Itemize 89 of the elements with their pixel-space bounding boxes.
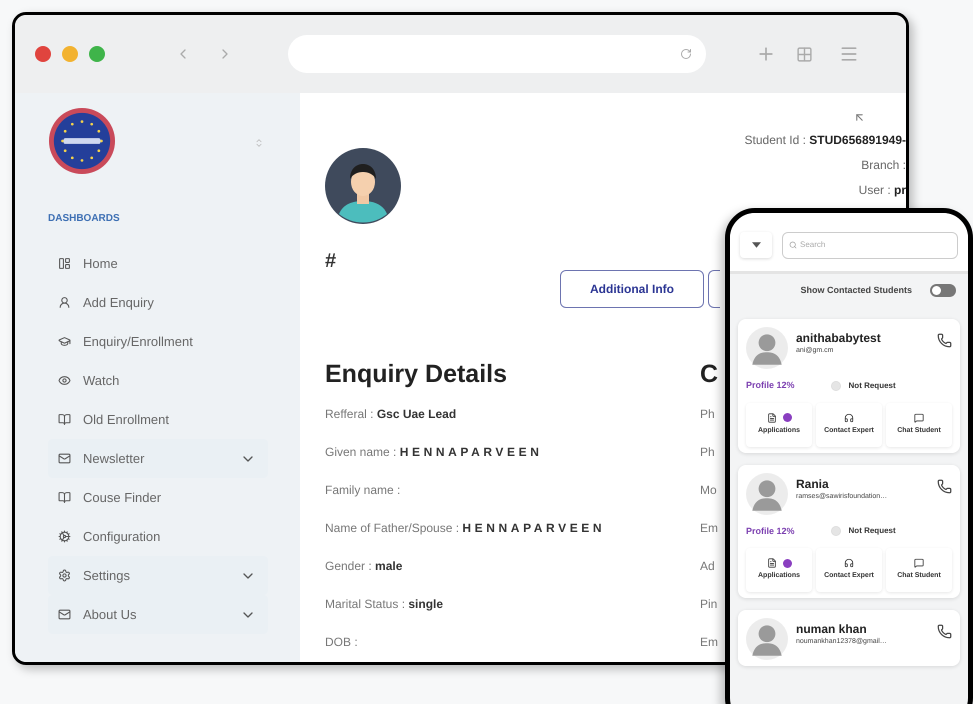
request-status: Not Request: [848, 380, 896, 392]
phone-icon[interactable]: [937, 478, 952, 494]
document-icon: [766, 412, 776, 423]
section-title: C: [700, 359, 718, 390]
field-text: Em: [700, 634, 718, 651]
avatar-silhouette-icon: [746, 618, 788, 660]
sidebar-label: Couse Finder: [83, 488, 162, 507]
sidebar-label: Enquiry/Enrollment: [83, 332, 193, 351]
sidebar-label: Old Enrollment: [83, 410, 169, 429]
section-label: DASHBOARDS: [48, 212, 121, 226]
sidebar-item[interactable]: Settings: [48, 556, 268, 595]
section-title: Enquiry Details: [325, 359, 508, 390]
sidebar-label: About Us: [83, 606, 136, 624]
chat-bubble-icon: [914, 412, 924, 423]
student-name: numan khan: [796, 622, 868, 637]
eye-icon: [58, 374, 71, 387]
home-icon: [58, 257, 71, 270]
headphones-icon: [844, 412, 854, 423]
phone-icon[interactable]: [937, 333, 952, 348]
field-text: Ad: [700, 558, 716, 575]
avatar-silhouette-icon: [746, 327, 788, 369]
cogs-icon: [58, 530, 71, 543]
request-status: Not Request: [848, 525, 896, 538]
sidebar-item[interactable]: Couse Finder: [48, 478, 268, 517]
collapse-arrow-icon[interactable]: [853, 111, 866, 124]
sidebar-label: Watch: [83, 372, 120, 390]
book-icon: [58, 491, 71, 504]
tab-button-edge[interactable]: [708, 270, 720, 308]
info-text: Branch :: [861, 157, 906, 174]
mail-icon: [58, 452, 71, 465]
student-number: #: [325, 249, 338, 274]
toggle-switch[interactable]: [930, 284, 956, 297]
search-icon: [789, 241, 797, 249]
search-input[interactable]: Search: [800, 239, 920, 251]
mail-icon: [58, 608, 71, 621]
field-text: Pin: [700, 596, 718, 613]
radio-button[interactable]: [830, 526, 841, 536]
student-name: anithababytest: [796, 331, 881, 346]
sidebar-label: Home: [83, 254, 118, 273]
sidebar-item[interactable]: Old Enrollment: [48, 400, 268, 439]
document-icon: [766, 558, 776, 568]
info-text: Student Id : STUD656891949-: [744, 132, 906, 149]
sidebar-label: Newsletter: [83, 450, 144, 468]
sidebar-item[interactable]: Enquiry/Enrollment: [48, 322, 268, 361]
field-text: Given name : HENNAPARVEEN: [325, 444, 544, 461]
sidebar-label: Add Enquiry: [83, 294, 154, 312]
minimize-icon[interactable]: [62, 46, 78, 62]
headphones-icon: [844, 558, 854, 568]
dropdown-triangle-icon: [752, 242, 760, 248]
sidebar-item[interactable]: Home: [48, 244, 268, 283]
additional-info-button[interactable]: Additional Info: [560, 270, 704, 308]
sidebar-item[interactable]: Newsletter: [48, 439, 268, 478]
user-icon: [58, 296, 71, 309]
field-text: Mo: [700, 482, 718, 499]
sidebar-item[interactable]: Watch: [48, 361, 268, 400]
grid-icon[interactable]: [796, 46, 813, 62]
field-text: Em: [700, 520, 718, 537]
sidebar-label: Settings: [83, 566, 130, 585]
field-text: Ph: [700, 406, 716, 423]
search-field[interactable]: Search: [782, 232, 958, 258]
radio-button[interactable]: [830, 380, 841, 391]
avatar-silhouette-icon: [746, 472, 788, 514]
field-text: Refferal : Gsc Uae Lead: [325, 406, 458, 423]
phone-icon[interactable]: [937, 624, 952, 639]
logo-icon: [48, 107, 116, 175]
field-text: Name of Father/Spouse : HENNAPARVEEN: [325, 520, 606, 537]
student-name: Rania: [796, 476, 830, 492]
field-text: Marital Status : single: [325, 596, 444, 613]
profile-percentage: Profile 12%: [746, 379, 795, 392]
chat-bubble-icon: [914, 558, 924, 568]
reload-icon[interactable]: [680, 48, 692, 60]
settings-icon: [58, 569, 71, 582]
toggle-label: Show Contacted Students: [800, 284, 912, 297]
sidebar-item[interactable]: About Us: [48, 595, 268, 634]
avatar-icon: [325, 148, 401, 224]
info-text: User : pr: [858, 182, 906, 199]
field-text: Family name :: [325, 482, 402, 499]
field-text: Ph: [700, 444, 716, 461]
graduation-cap-icon: [58, 335, 71, 348]
maximize-icon[interactable]: [89, 46, 105, 62]
book-icon: [58, 413, 71, 426]
sidebar-item[interactable]: Add Enquiry: [48, 283, 268, 322]
profile-percentage: Profile 12%: [746, 524, 795, 538]
sidebar-item[interactable]: Configuration: [48, 517, 268, 556]
field-text: Gender : male: [325, 558, 404, 575]
address-bar[interactable]: [288, 35, 706, 73]
close-icon[interactable]: [35, 46, 51, 62]
field-text: DOB :: [325, 634, 359, 651]
sidebar-label: Configuration: [83, 528, 160, 546]
